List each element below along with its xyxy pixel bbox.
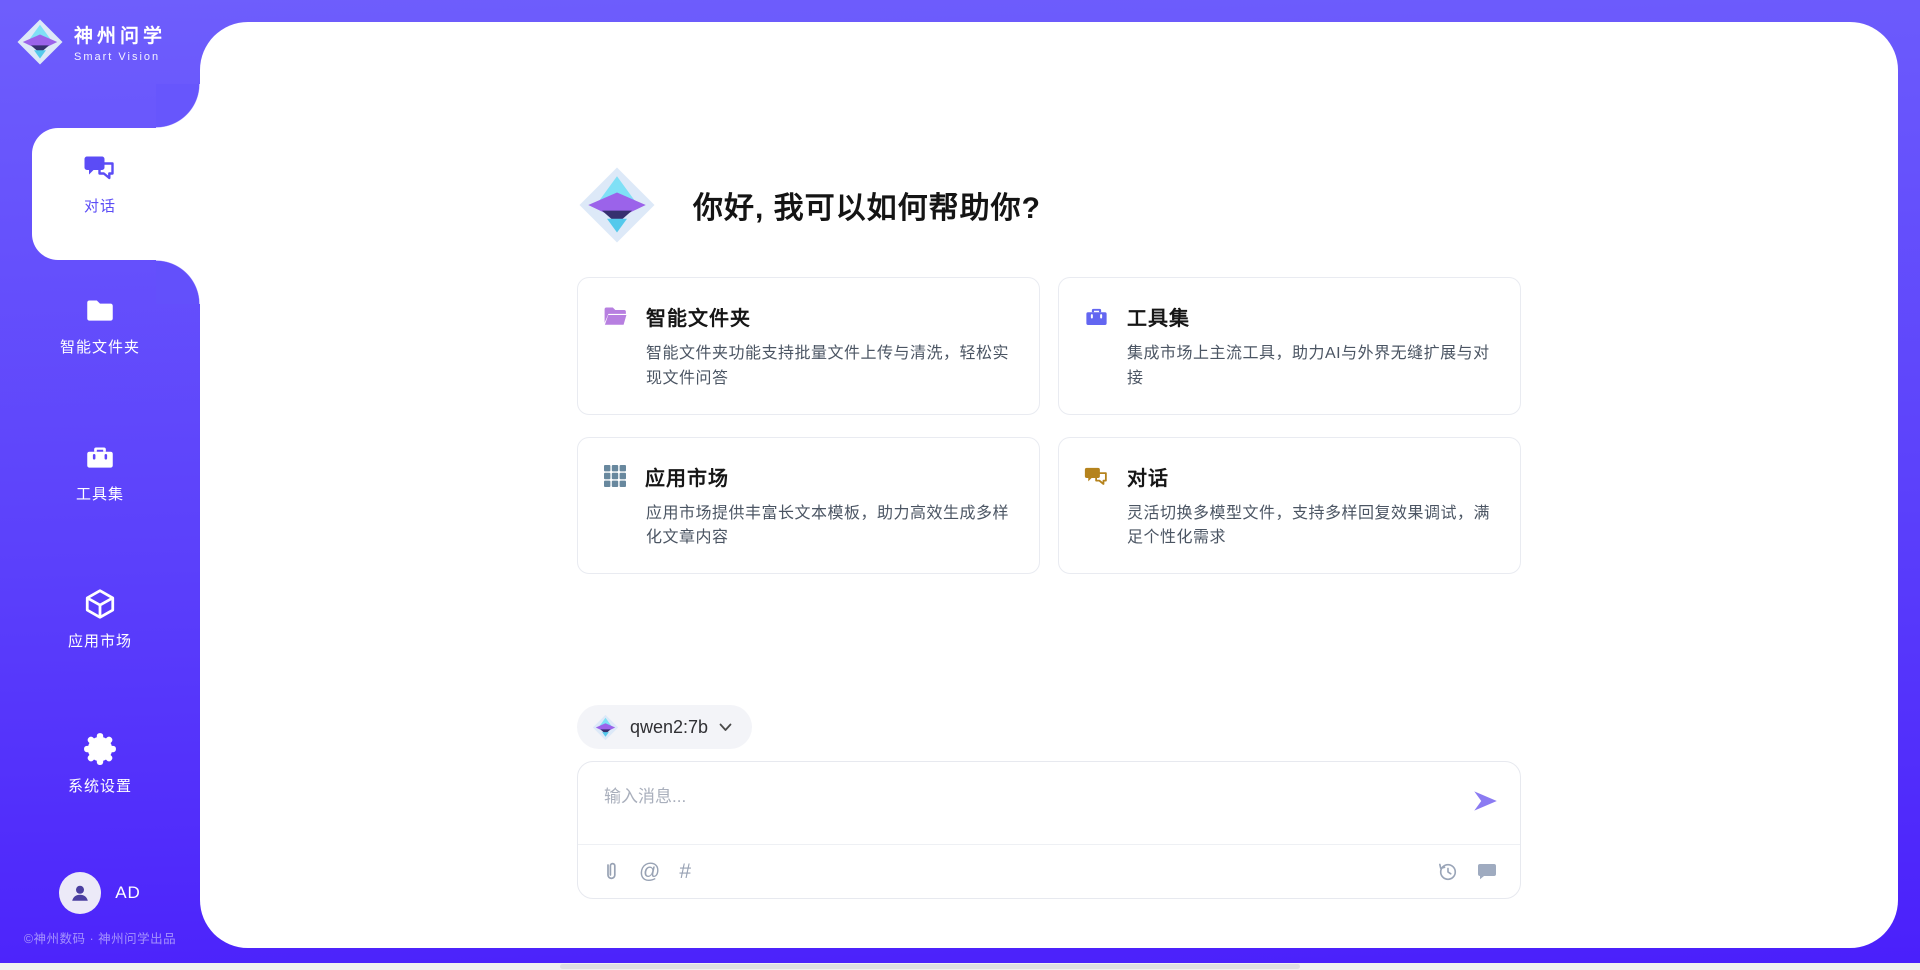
copyright-footer: ©神州数码 · 神州问学出品 xyxy=(0,928,200,947)
user-name: AD xyxy=(115,883,141,903)
message-input[interactable] xyxy=(604,782,1424,840)
user-profile[interactable]: AD xyxy=(0,872,200,914)
avatar xyxy=(59,872,101,914)
sidebar-item-label: 系统设置 xyxy=(0,775,200,796)
model-selector[interactable]: qwen2:7b xyxy=(577,705,752,749)
brand-gem-icon xyxy=(592,714,619,741)
topic-button[interactable]: # xyxy=(679,861,691,882)
sidebar-item-chat[interactable]: 对话 xyxy=(0,150,200,216)
card-description: 灵活切换多模型文件，支持多样回复效果调试，满足个性化需求 xyxy=(1127,502,1492,552)
sidebar-item-app-market[interactable]: 应用市场 xyxy=(0,587,200,651)
card-title: 工具集 xyxy=(1127,302,1190,331)
brand-gem-icon xyxy=(16,18,64,66)
grid-icon xyxy=(602,463,628,489)
send-button[interactable] xyxy=(1470,786,1500,816)
attach-file-button[interactable] xyxy=(602,860,620,882)
feature-cards: 智能文件夹 智能文件夹功能支持批量文件上传与清洗，轻松实现文件问答 工具集 集成… xyxy=(577,277,1521,574)
card-smart-folder[interactable]: 智能文件夹 智能文件夹功能支持批量文件上传与清洗，轻松实现文件问答 xyxy=(577,277,1040,415)
mention-button[interactable]: @ xyxy=(639,861,660,882)
sidebar-item-label: 工具集 xyxy=(0,483,200,504)
chevron-down-icon xyxy=(719,723,732,732)
chat-icon xyxy=(1083,463,1110,490)
app-logo: 神州问学 Smart Vision xyxy=(16,18,166,66)
card-title: 智能文件夹 xyxy=(646,302,751,331)
send-icon xyxy=(1470,786,1500,816)
card-title: 应用市场 xyxy=(645,462,729,491)
paperclip-icon xyxy=(602,860,620,882)
card-app-market[interactable]: 应用市场 应用市场提供丰富长文本模板，助力高效生成多样化文章内容 xyxy=(577,437,1040,575)
card-chat[interactable]: 对话 灵活切换多模型文件，支持多样回复效果调试，满足个性化需求 xyxy=(1058,437,1521,575)
hash-icon: # xyxy=(679,861,691,882)
cube-icon xyxy=(83,587,117,621)
history-icon xyxy=(1436,860,1459,883)
at-icon: @ xyxy=(639,861,660,882)
app-subtitle: Smart Vision xyxy=(74,51,166,63)
message-composer: @ # xyxy=(577,761,1521,899)
app-name: 神州问学 xyxy=(74,21,166,48)
card-description: 集成市场上主流工具，助力AI与外界无缝扩展与对接 xyxy=(1127,342,1492,392)
main-panel: 你好, 我可以如何帮助你? 智能文件夹 智能文件夹功能支持批量文件上传与清洗，轻… xyxy=(200,22,1898,948)
card-title: 对话 xyxy=(1127,462,1169,491)
toolbox-icon xyxy=(1083,303,1110,330)
sidebar-item-toolset[interactable]: 工具集 xyxy=(0,440,200,504)
sidebar: 神州问学 Smart Vision 对话 智能文件夹 工具集 应用市场 系统设置… xyxy=(0,0,200,970)
horizontal-scrollbar[interactable] xyxy=(0,963,1920,970)
open-folder-icon xyxy=(602,303,629,330)
gear-icon xyxy=(83,732,117,766)
greeting-row: 你好, 我可以如何帮助你? xyxy=(577,165,1521,245)
history-button[interactable] xyxy=(1436,860,1459,883)
sidebar-item-label: 智能文件夹 xyxy=(0,336,200,357)
folder-icon xyxy=(83,293,117,327)
greeting-title: 你好, 我可以如何帮助你? xyxy=(693,183,1041,227)
toolbox-icon xyxy=(83,440,117,474)
new-chat-button[interactable] xyxy=(1476,860,1498,882)
brand-gem-icon xyxy=(577,165,657,245)
sidebar-item-smart-folder[interactable]: 智能文件夹 xyxy=(0,293,200,357)
model-name: qwen2:7b xyxy=(630,717,708,738)
sidebar-item-settings[interactable]: 系统设置 xyxy=(0,732,200,796)
scrollbar-thumb[interactable] xyxy=(560,964,1300,969)
chat-bubble-icon xyxy=(1476,860,1498,882)
card-description: 智能文件夹功能支持批量文件上传与清洗，轻松实现文件问答 xyxy=(646,342,1011,392)
card-description: 应用市场提供丰富长文本模板，助力高效生成多样化文章内容 xyxy=(646,502,1011,552)
sidebar-item-label: 对话 xyxy=(0,195,200,216)
composer-toolbar: @ # xyxy=(602,844,1498,898)
sidebar-item-label: 应用市场 xyxy=(0,630,200,651)
person-icon xyxy=(67,880,93,906)
chat-icon xyxy=(82,150,118,186)
card-toolset[interactable]: 工具集 集成市场上主流工具，助力AI与外界无缝扩展与对接 xyxy=(1058,277,1521,415)
